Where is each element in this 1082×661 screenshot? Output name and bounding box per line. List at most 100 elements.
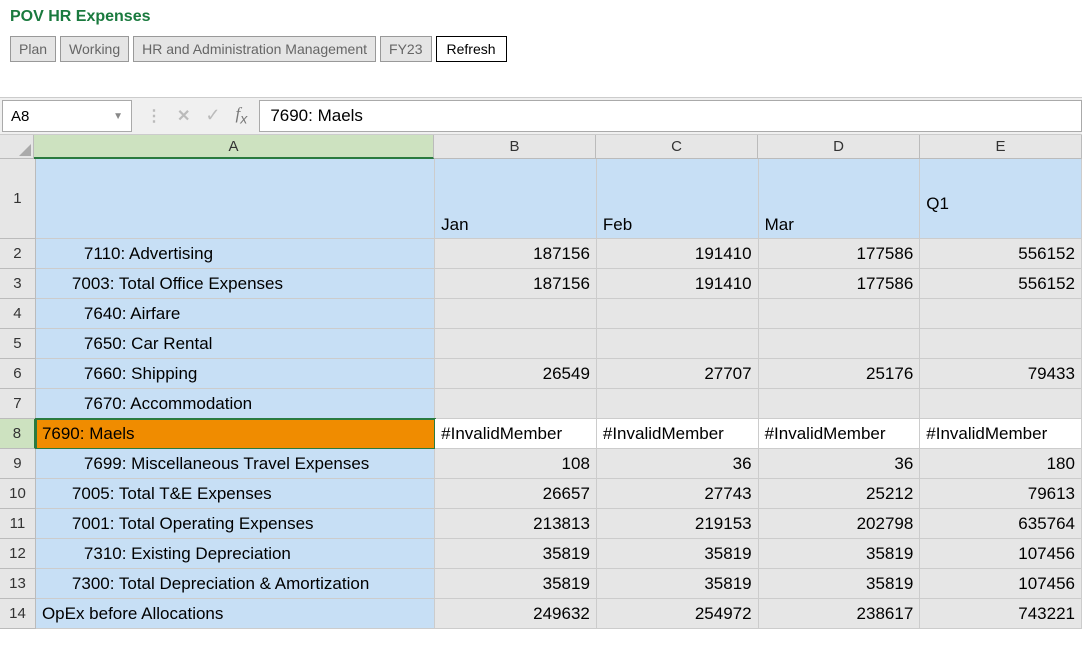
formula-input[interactable]: 7690: Maels bbox=[259, 100, 1082, 132]
cell-e7[interactable] bbox=[920, 389, 1082, 419]
cell-e14[interactable]: 743221 bbox=[920, 599, 1082, 629]
cell-c9[interactable]: 36 bbox=[597, 449, 759, 479]
cell-d11[interactable]: 202798 bbox=[759, 509, 921, 539]
cell-b13[interactable]: 35819 bbox=[435, 569, 597, 599]
cell-c5[interactable] bbox=[597, 329, 759, 359]
cell-a4[interactable]: 7640: Airfare bbox=[36, 299, 435, 329]
pov-chip-entity[interactable]: HR and Administration Management bbox=[133, 36, 376, 62]
cell-d8[interactable]: #InvalidMember bbox=[759, 419, 921, 449]
select-all-corner[interactable] bbox=[0, 135, 34, 159]
cell-d14[interactable]: 238617 bbox=[759, 599, 921, 629]
cell-d10[interactable]: 25212 bbox=[759, 479, 921, 509]
cell-c3[interactable]: 191410 bbox=[597, 269, 759, 299]
cell-b3[interactable]: 187156 bbox=[435, 269, 597, 299]
cell-d1[interactable]: Mar bbox=[759, 159, 921, 239]
row-header-5[interactable]: 5 bbox=[0, 329, 36, 359]
cell-d6[interactable]: 25176 bbox=[759, 359, 921, 389]
cell-b11[interactable]: 213813 bbox=[435, 509, 597, 539]
cell-e9[interactable]: 180 bbox=[920, 449, 1082, 479]
cell-a14[interactable]: OpEx before Allocations bbox=[36, 599, 435, 629]
cell-e13[interactable]: 107456 bbox=[920, 569, 1082, 599]
row-header-12[interactable]: 12 bbox=[0, 539, 36, 569]
row-header-3[interactable]: 3 bbox=[0, 269, 36, 299]
row-header-11[interactable]: 11 bbox=[0, 509, 36, 539]
cell-e4[interactable] bbox=[920, 299, 1082, 329]
cell-e1[interactable]: Q1 bbox=[920, 159, 1082, 239]
cell-a11[interactable]: 7001: Total Operating Expenses bbox=[36, 509, 435, 539]
cell-d13[interactable]: 35819 bbox=[759, 569, 921, 599]
row-header-1[interactable]: 1 bbox=[0, 159, 36, 239]
cell-a9[interactable]: 7699: Miscellaneous Travel Expenses bbox=[36, 449, 435, 479]
row-header-2[interactable]: 2 bbox=[0, 239, 36, 269]
column-header-e[interactable]: E bbox=[920, 135, 1082, 159]
cell-e12[interactable]: 107456 bbox=[920, 539, 1082, 569]
cell-d3[interactable]: 177586 bbox=[759, 269, 921, 299]
row-header-6[interactable]: 6 bbox=[0, 359, 36, 389]
column-header-c[interactable]: C bbox=[596, 135, 758, 159]
cell-e11[interactable]: 635764 bbox=[920, 509, 1082, 539]
row-header-8[interactable]: 8 bbox=[0, 419, 36, 449]
cell-b9[interactable]: 108 bbox=[435, 449, 597, 479]
row-header-9[interactable]: 9 bbox=[0, 449, 36, 479]
cell-e5[interactable] bbox=[920, 329, 1082, 359]
cell-e10[interactable]: 79613 bbox=[920, 479, 1082, 509]
cell-b1[interactable]: Jan bbox=[435, 159, 597, 239]
refresh-button[interactable]: Refresh bbox=[436, 36, 507, 62]
cell-b5[interactable] bbox=[435, 329, 597, 359]
cell-d4[interactable] bbox=[759, 299, 921, 329]
cell-c12[interactable]: 35819 bbox=[597, 539, 759, 569]
cell-d2[interactable]: 177586 bbox=[759, 239, 921, 269]
cell-a2[interactable]: 7110: Advertising bbox=[36, 239, 435, 269]
cell-a10[interactable]: 7005: Total T&E Expenses bbox=[36, 479, 435, 509]
cell-e6[interactable]: 79433 bbox=[920, 359, 1082, 389]
cell-e2[interactable]: 556152 bbox=[920, 239, 1082, 269]
cell-c2[interactable]: 191410 bbox=[597, 239, 759, 269]
cell-b4[interactable] bbox=[435, 299, 597, 329]
cell-c7[interactable] bbox=[597, 389, 759, 419]
cell-c6[interactable]: 27707 bbox=[597, 359, 759, 389]
column-header-a[interactable]: A bbox=[34, 135, 434, 159]
name-box[interactable]: A8 ▼ bbox=[2, 100, 132, 132]
cell-c8[interactable]: #InvalidMember bbox=[597, 419, 759, 449]
cell-a1[interactable] bbox=[36, 159, 435, 239]
cell-a12[interactable]: 7310: Existing Depreciation bbox=[36, 539, 435, 569]
cell-a5[interactable]: 7650: Car Rental bbox=[36, 329, 435, 359]
cell-b7[interactable] bbox=[435, 389, 597, 419]
cell-c10[interactable]: 27743 bbox=[597, 479, 759, 509]
cell-a7[interactable]: 7670: Accommodation bbox=[36, 389, 435, 419]
column-header-d[interactable]: D bbox=[758, 135, 920, 159]
accept-icon[interactable]: ✓ bbox=[205, 105, 220, 126]
cell-e3[interactable]: 556152 bbox=[920, 269, 1082, 299]
cell-c14[interactable]: 254972 bbox=[597, 599, 759, 629]
row-header-13[interactable]: 13 bbox=[0, 569, 36, 599]
cell-c11[interactable]: 219153 bbox=[597, 509, 759, 539]
dropdown-icon[interactable]: ▼ bbox=[113, 111, 123, 122]
row-header-7[interactable]: 7 bbox=[0, 389, 36, 419]
cell-c1[interactable]: Feb bbox=[597, 159, 759, 239]
cell-a6[interactable]: 7660: Shipping bbox=[36, 359, 435, 389]
cell-b8[interactable]: #InvalidMember bbox=[435, 419, 597, 449]
cell-c13[interactable]: 35819 bbox=[597, 569, 759, 599]
cell-d9[interactable]: 36 bbox=[759, 449, 921, 479]
cell-a13[interactable]: 7300: Total Depreciation & Amortization bbox=[36, 569, 435, 599]
cell-e8[interactable]: #InvalidMember bbox=[920, 419, 1082, 449]
cell-c4[interactable] bbox=[597, 299, 759, 329]
fx-icon[interactable]: fx bbox=[236, 104, 248, 127]
cell-b2[interactable]: 187156 bbox=[435, 239, 597, 269]
cell-b6[interactable]: 26549 bbox=[435, 359, 597, 389]
cell-b10[interactable]: 26657 bbox=[435, 479, 597, 509]
cell-a3[interactable]: 7003: Total Office Expenses bbox=[36, 269, 435, 299]
pov-chip-plan[interactable]: Plan bbox=[10, 36, 56, 62]
cancel-icon[interactable]: ✕ bbox=[177, 106, 190, 126]
cell-d7[interactable] bbox=[759, 389, 921, 419]
column-header-b[interactable]: B bbox=[434, 135, 596, 159]
row-header-10[interactable]: 10 bbox=[0, 479, 36, 509]
pov-chip-working[interactable]: Working bbox=[60, 36, 129, 62]
cell-a8[interactable]: 7690: Maels bbox=[36, 419, 435, 449]
cell-b14[interactable]: 249632 bbox=[435, 599, 597, 629]
cell-d5[interactable] bbox=[759, 329, 921, 359]
cell-d12[interactable]: 35819 bbox=[759, 539, 921, 569]
cell-b12[interactable]: 35819 bbox=[435, 539, 597, 569]
row-header-14[interactable]: 14 bbox=[0, 599, 36, 629]
pov-chip-year[interactable]: FY23 bbox=[380, 36, 431, 62]
